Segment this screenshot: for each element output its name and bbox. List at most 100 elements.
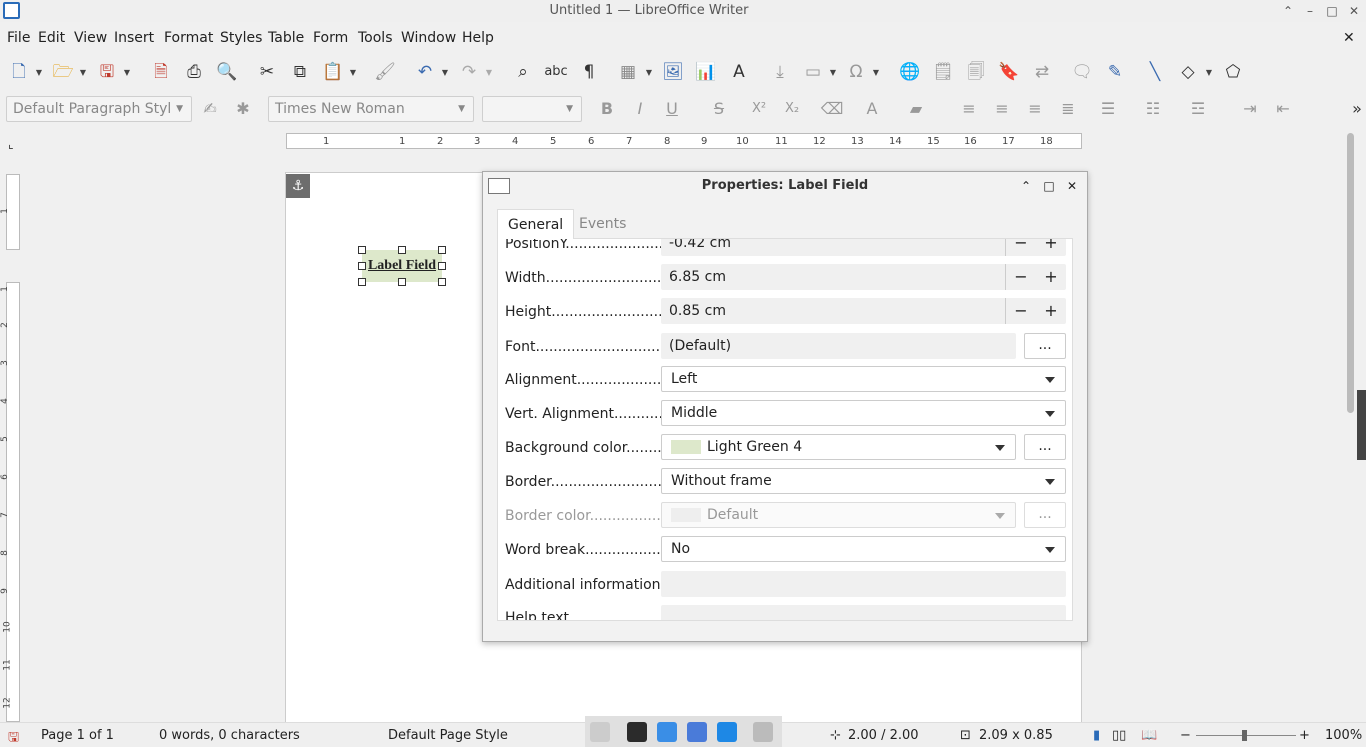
menu-tools[interactable]: Tools: [358, 30, 393, 46]
menu-styles[interactable]: Styles: [220, 30, 262, 46]
align-right-icon[interactable]: ≡: [1022, 96, 1048, 122]
dialog-collapse-icon[interactable]: ⌃: [1018, 178, 1034, 194]
field-dropdown-icon[interactable]: ▼: [828, 60, 838, 84]
resize-handle[interactable]: [438, 278, 446, 286]
superscript-icon[interactable]: X²: [746, 96, 772, 122]
bookmark-icon[interactable]: 🔖: [996, 60, 1022, 84]
save-icon[interactable]: 🖫: [94, 60, 120, 84]
desktop-icon[interactable]: [590, 722, 610, 742]
insert-field-icon[interactable]: ▭: [800, 60, 826, 84]
tab-general[interactable]: General: [497, 209, 575, 239]
chevron-down-icon[interactable]: ▼: [566, 97, 573, 121]
basic-shapes-icon[interactable]: ◇: [1175, 60, 1201, 84]
clear-formatting-icon[interactable]: ⌫: [819, 96, 845, 122]
decrement-button[interactable]: −: [1006, 239, 1036, 256]
alignment-select[interactable]: Left: [661, 366, 1066, 392]
resize-handle[interactable]: [438, 262, 446, 270]
zoom-level[interactable]: 100%: [1325, 728, 1362, 743]
special-char-dropdown-icon[interactable]: ▼: [871, 60, 881, 84]
font-color-icon[interactable]: A: [859, 96, 885, 122]
maximize-button[interactable]: □: [1324, 3, 1340, 19]
justify-icon[interactable]: ≣: [1055, 96, 1081, 122]
page-indicator[interactable]: Page 1 of 1: [41, 728, 114, 743]
new-document-icon[interactable]: 🗋: [6, 60, 32, 84]
word-count[interactable]: 0 words, 0 characters: [159, 728, 300, 743]
find-replace-icon[interactable]: ⌕: [510, 60, 536, 84]
file-manager-icon[interactable]: [657, 722, 677, 742]
cross-reference-icon[interactable]: ⇄: [1029, 60, 1055, 84]
highlight-color-icon[interactable]: ▰: [903, 96, 929, 122]
clone-formatting-icon[interactable]: 🖌: [372, 60, 398, 84]
resize-handle[interactable]: [358, 246, 366, 254]
open-dropdown-icon[interactable]: ▼: [78, 60, 88, 84]
undo-dropdown-icon[interactable]: ▼: [440, 60, 450, 84]
print-preview-icon[interactable]: 🔍: [214, 60, 240, 84]
font-name-combo[interactable]: Times New Roman ▼: [268, 96, 474, 122]
menu-form[interactable]: Form: [313, 30, 348, 46]
app-launcher-icon[interactable]: [627, 722, 647, 742]
paste-icon[interactable]: 📋: [320, 60, 346, 84]
subscript-icon[interactable]: X₂: [779, 96, 805, 122]
menu-insert[interactable]: Insert: [114, 30, 154, 46]
increment-button[interactable]: +: [1036, 239, 1066, 256]
single-page-view-icon[interactable]: ▮: [1093, 728, 1100, 743]
save-dropdown-icon[interactable]: ▼: [122, 60, 132, 84]
hyperlink-icon[interactable]: 🌐: [897, 60, 923, 84]
menu-table[interactable]: Table: [268, 30, 304, 46]
redo-dropdown-icon[interactable]: ▼: [484, 60, 494, 84]
background-color-select[interactable]: Light Green 4: [661, 434, 1016, 460]
word-break-select[interactable]: No: [661, 536, 1066, 562]
mail-icon[interactable]: [687, 722, 707, 742]
page-style[interactable]: Default Page Style: [388, 728, 508, 743]
special-character-icon[interactable]: Ω: [843, 60, 869, 84]
italic-icon[interactable]: I: [627, 96, 653, 122]
track-changes-icon[interactable]: ✎: [1102, 60, 1128, 84]
unordered-list-icon[interactable]: ☰: [1095, 96, 1121, 122]
zoom-slider-thumb[interactable]: [1242, 730, 1247, 741]
ruler-tab-selector[interactable]: ⌞: [8, 137, 14, 151]
formatting-marks-icon[interactable]: ¶: [576, 60, 602, 84]
border-select[interactable]: Without frame: [661, 468, 1066, 494]
shapes-dropdown-icon[interactable]: ▼: [1204, 60, 1214, 84]
insert-textbox-icon[interactable]: A: [726, 60, 752, 84]
dialog-maximize-icon[interactable]: □: [1041, 178, 1057, 194]
window-switcher-icon[interactable]: [753, 722, 773, 742]
decrease-indent-icon[interactable]: ⇤: [1270, 96, 1296, 122]
outline-list-icon[interactable]: ☲: [1185, 96, 1211, 122]
comment-icon[interactable]: 🗨: [1069, 60, 1095, 84]
copy-icon[interactable]: ⧉: [287, 60, 313, 84]
chevron-down-icon[interactable]: ▼: [458, 97, 465, 121]
open-folder-icon[interactable]: 🗁: [50, 60, 76, 84]
insert-image-icon[interactable]: 🖼: [660, 60, 686, 84]
book-view-icon[interactable]: 📖: [1141, 728, 1157, 743]
menu-help[interactable]: Help: [462, 30, 494, 46]
increment-button[interactable]: +: [1036, 298, 1066, 324]
help-text-field[interactable]: [661, 605, 1066, 620]
align-center-icon[interactable]: ≡: [989, 96, 1015, 122]
border-color-browse-button[interactable]: ...: [1024, 502, 1066, 528]
collapse-icon[interactable]: ⌃: [1280, 3, 1296, 19]
redo-icon[interactable]: ↷: [456, 60, 482, 84]
tab-events[interactable]: Events: [569, 209, 636, 239]
vertical-ruler[interactable]: [6, 282, 20, 722]
resize-handle[interactable]: [398, 278, 406, 286]
font-field[interactable]: (Default): [661, 333, 1016, 359]
paste-dropdown-icon[interactable]: ▼: [348, 60, 358, 84]
chevron-down-icon[interactable]: ▼: [176, 97, 183, 121]
font-size-combo[interactable]: ▼: [482, 96, 582, 122]
search-app-icon[interactable]: [717, 722, 737, 742]
menu-window[interactable]: Window: [401, 30, 456, 46]
border-color-select[interactable]: Default: [661, 502, 1016, 528]
close-window-button[interactable]: ✕: [1346, 3, 1362, 19]
zoom-out-button[interactable]: −: [1180, 728, 1191, 743]
draw-functions-icon[interactable]: ⬠: [1220, 60, 1246, 84]
spelling-icon[interactable]: abc: [543, 60, 569, 84]
new-dropdown-icon[interactable]: ▼: [34, 60, 44, 84]
print-icon[interactable]: ⎙: [181, 60, 207, 84]
menu-edit[interactable]: Edit: [38, 30, 65, 46]
width-stepper[interactable]: − +: [1005, 264, 1066, 290]
vertical-scrollbar-thumb[interactable]: [1347, 133, 1354, 413]
background-color-browse-button[interactable]: ...: [1024, 434, 1066, 460]
sidebar-toggle[interactable]: [1357, 390, 1366, 460]
insert-page-break-icon[interactable]: ⤓: [767, 60, 793, 84]
